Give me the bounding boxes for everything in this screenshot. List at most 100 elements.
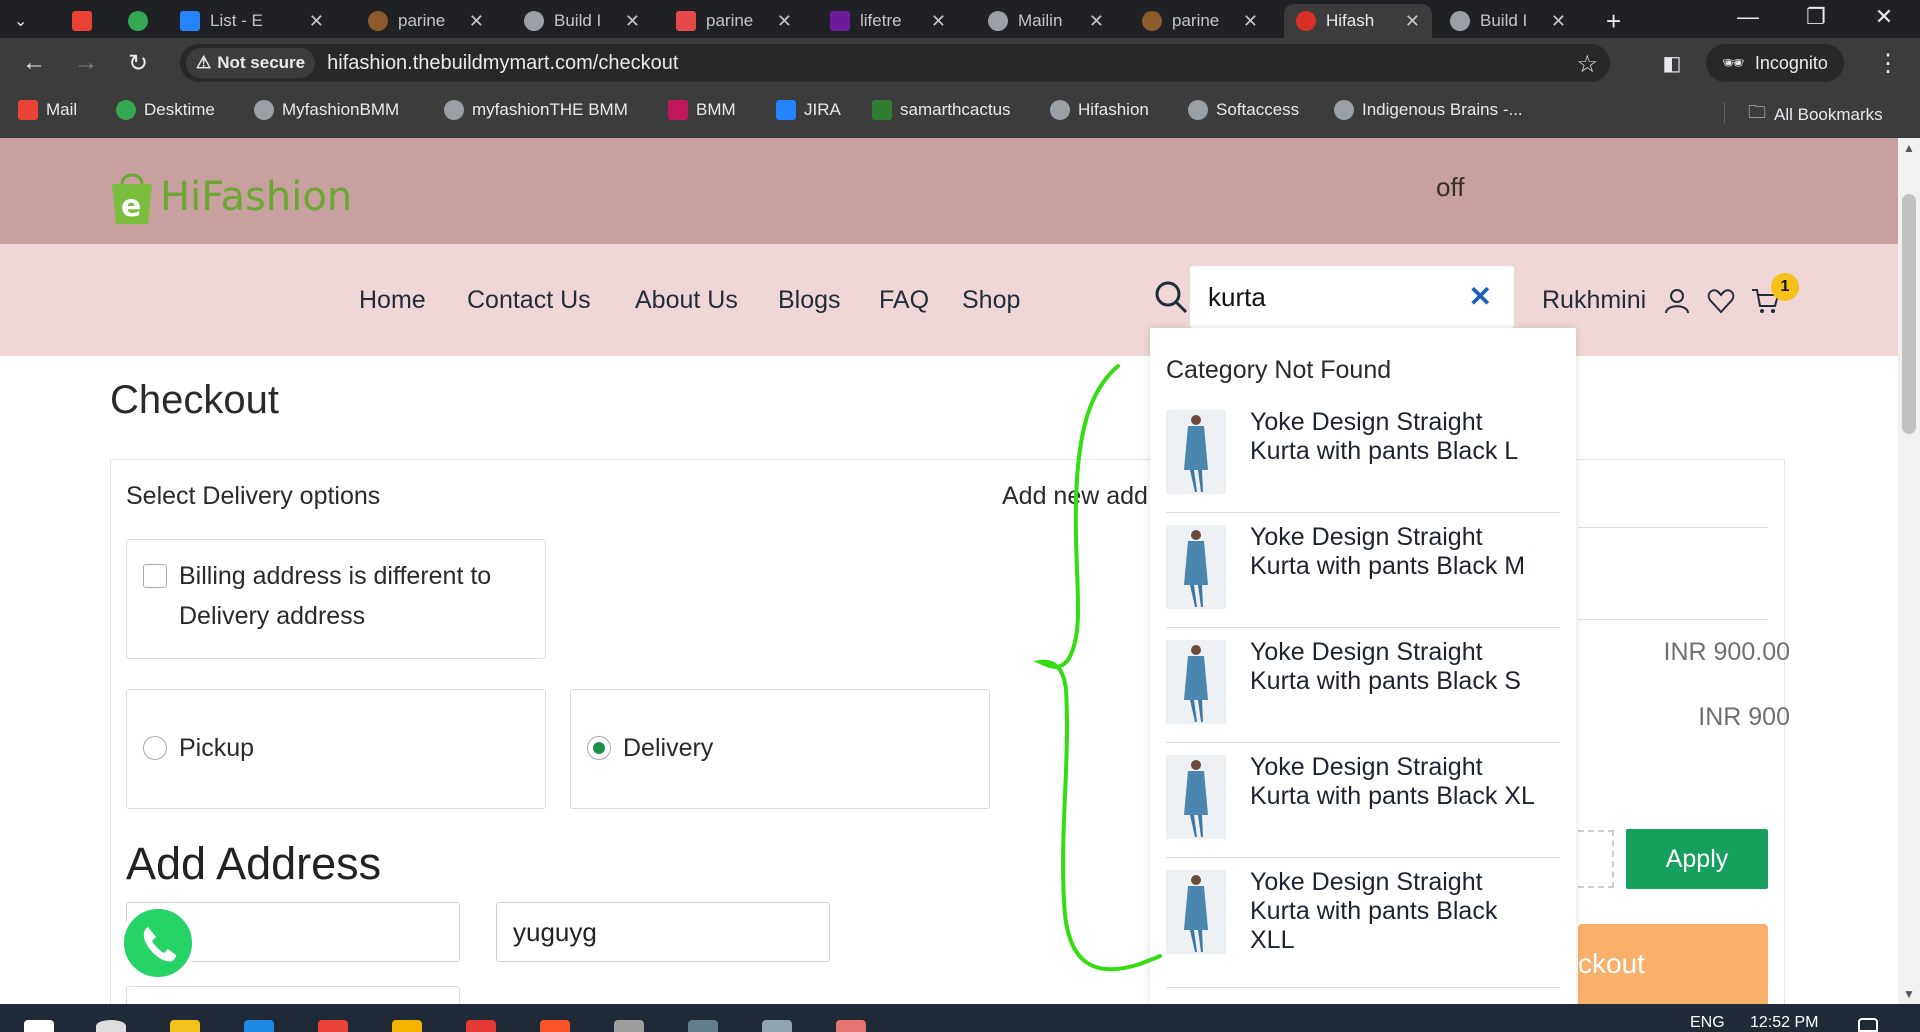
delivery-radio[interactable] <box>587 736 611 760</box>
site-info-chip[interactable]: ⚠ Not secure <box>186 48 316 78</box>
search-result-item[interactable]: Yoke Design Straight Kurta with pants Bla… <box>1166 858 1560 988</box>
notepad-icon[interactable] <box>762 1020 792 1032</box>
tab-label: Mailin <box>1018 11 1063 30</box>
search-icon[interactable] <box>96 1020 126 1032</box>
user-name[interactable]: Rukhmini <box>1542 286 1646 315</box>
incognito-chip[interactable]: 🕶 Incognito <box>1706 44 1844 82</box>
close-icon[interactable]: ✕ <box>777 11 792 32</box>
nav-faq[interactable]: FAQ <box>879 286 929 315</box>
opera-icon[interactable] <box>466 1020 496 1032</box>
arrow-right-icon: → <box>74 49 98 76</box>
tab-mailing[interactable]: Mailin ✕ <box>976 4 1116 38</box>
tab-build-1[interactable]: Build I ✕ <box>512 4 652 38</box>
tab-desktime[interactable] <box>116 4 168 38</box>
user-icon[interactable] <box>1662 286 1692 316</box>
tab-gmail[interactable] <box>60 4 112 38</box>
bookmark-jira[interactable]: JIRA <box>776 100 841 120</box>
close-window-button[interactable]: ✕ <box>1854 0 1914 34</box>
close-icon[interactable]: ✕ <box>625 11 640 32</box>
checkout-button[interactable]: ckout <box>1578 924 1768 1004</box>
bookmark-bmm[interactable]: BMM <box>668 100 736 120</box>
search-result-item[interactable]: Yoke Design Straight Kurta with pants Bla… <box>1166 398 1560 513</box>
close-icon[interactable]: ✕ <box>931 11 946 32</box>
kurta-figure-image <box>1184 415 1208 492</box>
scrollbar-thumb[interactable] <box>1902 194 1916 434</box>
tab-hifashion-active[interactable]: Hifash ✕ <box>1284 4 1432 38</box>
tab-parine-3[interactable]: parine ✕ <box>1130 4 1270 38</box>
all-bookmarks-button[interactable]: 🗀 All Bookmarks <box>1748 100 1883 130</box>
tab-parine-1[interactable]: parine ✕ <box>356 4 496 38</box>
minimize-button[interactable]: — <box>1718 0 1778 34</box>
clock-time[interactable]: 12:52 PM <box>1750 1014 1818 1032</box>
nav-contact-us[interactable]: Contact Us <box>467 286 591 315</box>
language-indicator[interactable]: ENG <box>1690 1014 1725 1032</box>
nav-shop[interactable]: Shop <box>962 286 1020 315</box>
close-icon[interactable]: ✕ <box>1551 11 1566 32</box>
restore-button[interactable]: ❐ <box>1786 0 1846 34</box>
nav-home[interactable]: Home <box>359 286 426 315</box>
tab-search-button[interactable]: ⌄ <box>6 4 44 38</box>
bookmark-myfashionbmm[interactable]: MyfashionBMM <box>254 100 399 120</box>
page-scrollbar[interactable]: ▲ ▼ <box>1898 138 1920 1004</box>
coupon-input[interactable] <box>1578 830 1614 888</box>
bookmark-hifashion[interactable]: Hifashion <box>1050 100 1149 120</box>
tab-build-2[interactable]: Build I ✕ <box>1438 4 1578 38</box>
bookmark-star-icon[interactable]: ☆ <box>1576 50 1598 79</box>
search-result-item[interactable]: Yoke Design Straight Kurta with pants Bla… <box>1166 628 1560 743</box>
new-tab-button[interactable]: + <box>1594 4 1634 38</box>
pickup-radio[interactable] <box>143 736 167 760</box>
whatsapp-chat-button[interactable] <box>118 903 198 983</box>
tab-lifetree[interactable]: lifetre ✕ <box>818 4 958 38</box>
pickup-option[interactable]: Pickup <box>126 689 546 809</box>
edge-icon[interactable] <box>244 1020 274 1032</box>
clear-search-icon[interactable]: ✕ <box>1469 280 1492 313</box>
tab-parine-2[interactable]: parine ✕ <box>664 4 804 38</box>
search-results-dropdown: Category Not Found Yoke Design Straight K… <box>1150 328 1576 1004</box>
last-name-field[interactable] <box>496 902 830 962</box>
notification-icon[interactable] <box>1858 1018 1878 1032</box>
calculator-icon[interactable] <box>688 1020 718 1032</box>
search-input[interactable] <box>1208 280 1458 314</box>
omnibox[interactable]: ⚠ Not secure hifashion.thebuildmymart.co… <box>180 44 1610 82</box>
browser-menu-button[interactable]: ⋮ <box>1870 45 1906 81</box>
settings-icon[interactable] <box>614 1020 644 1032</box>
apply-coupon-button[interactable]: Apply <box>1626 829 1768 889</box>
nav-about-us[interactable]: About Us <box>635 286 738 315</box>
nav-blogs[interactable]: Blogs <box>778 286 841 315</box>
delivery-option[interactable]: Delivery <box>570 689 990 809</box>
brave-icon[interactable] <box>540 1020 570 1032</box>
billing-option-box[interactable]: Billing address is different to Delivery… <box>126 539 546 659</box>
close-icon[interactable]: ✕ <box>1405 11 1420 32</box>
search-result-item[interactable]: Yoke Design Straight Kurta with pants Bla… <box>1166 743 1560 858</box>
heart-icon[interactable] <box>1706 286 1736 316</box>
search-result-item[interactable]: Yoke Design Straight Kurta with pants Bla… <box>1166 513 1560 628</box>
site-logo[interactable]: e HiFashion <box>108 168 352 226</box>
windows-start-icon[interactable] <box>24 1020 54 1032</box>
side-panel-button[interactable]: ◧ <box>1654 45 1690 81</box>
close-icon[interactable]: ✕ <box>309 11 324 32</box>
summary-divider <box>1578 619 1768 620</box>
copilot-icon[interactable] <box>170 1020 200 1032</box>
search-icon[interactable] <box>1153 279 1189 315</box>
file-explorer-icon[interactable] <box>392 1020 422 1032</box>
close-icon[interactable]: ✕ <box>1243 11 1258 32</box>
close-icon[interactable]: ✕ <box>1089 11 1104 32</box>
tab-list[interactable]: List - E ✕ <box>168 4 336 38</box>
bookmark-mail[interactable]: Mail <box>18 100 77 120</box>
chrome-icon[interactable] <box>318 1020 348 1032</box>
reload-button[interactable]: ↻ <box>120 45 156 81</box>
bookmark-indigenous-brains[interactable]: Indigenous Brains -... <box>1334 100 1523 120</box>
billing-different-checkbox[interactable] <box>143 564 167 588</box>
bookmark-myfashion-the-bmm[interactable]: myfashionTHE BMM <box>444 100 628 120</box>
app-icon[interactable] <box>836 1020 866 1032</box>
bookmark-samarthcactus[interactable]: samarthcactus <box>872 100 1011 120</box>
back-button[interactable]: ← <box>16 45 52 81</box>
result-name-line: Yoke Design Straight <box>1250 408 1483 436</box>
forward-button[interactable]: → <box>68 45 104 81</box>
scroll-up-icon[interactable]: ▲ <box>1898 138 1920 158</box>
bookmark-softaccess[interactable]: Softaccess <box>1188 100 1299 120</box>
url-text[interactable]: hifashion.thebuildmymart.com/checkout <box>327 52 678 75</box>
bookmark-desktime[interactable]: Desktime <box>116 100 215 120</box>
close-icon[interactable]: ✕ <box>469 11 484 32</box>
scroll-down-icon[interactable]: ▼ <box>1898 984 1920 1004</box>
